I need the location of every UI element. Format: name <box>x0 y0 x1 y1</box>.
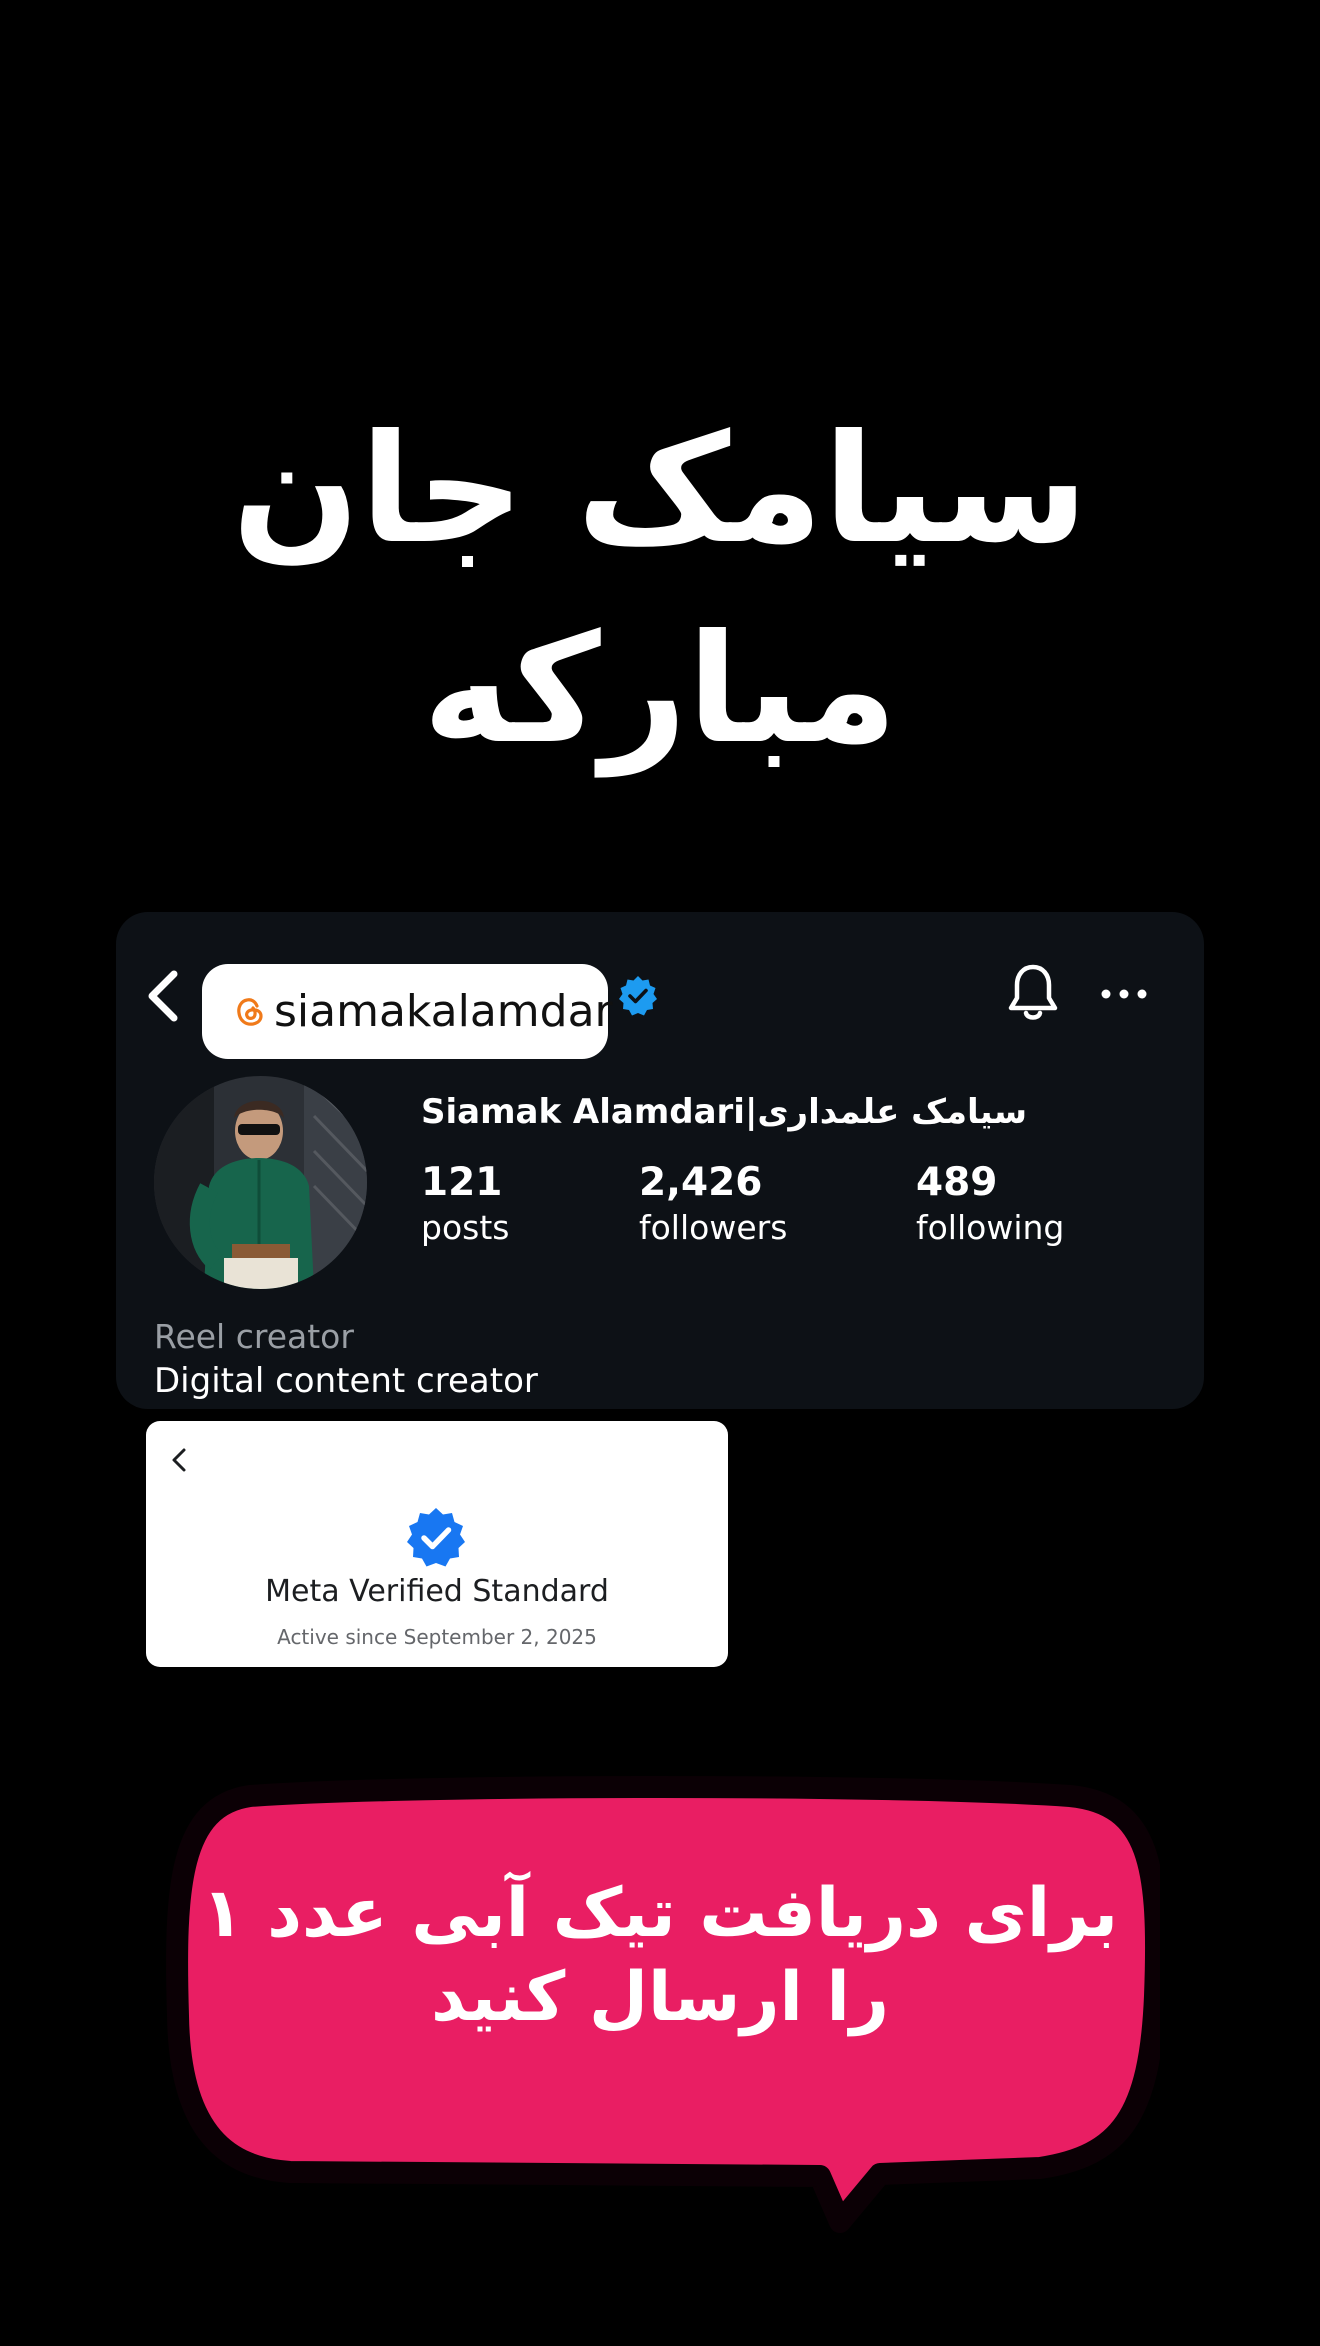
followers-count: 2,426 <box>639 1160 763 1205</box>
verified-badge-icon <box>619 976 657 1016</box>
bell-icon[interactable] <box>1006 962 1060 1024</box>
display-name: Siamak Alamdari|سیامک علمداری <box>421 1092 1028 1132</box>
meta-verified-subtitle: Active since September 2, 2025 <box>277 1625 597 1649</box>
more-options-icon[interactable] <box>1100 982 1148 1006</box>
following-count: 489 <box>916 1160 998 1205</box>
headline: سیامک جان مبارکه <box>231 403 1089 777</box>
profile-handle: siamakalamdar <box>274 985 613 1037</box>
meta-verified-title: Meta Verified Standard <box>265 1574 609 1609</box>
stat-posts[interactable]: 121 posts <box>421 1160 509 1250</box>
following-label: following <box>916 1208 1065 1247</box>
stat-following[interactable]: 489 following <box>916 1160 1064 1250</box>
posts-label: posts <box>421 1208 510 1247</box>
back-chevron-icon[interactable] <box>168 1446 190 1474</box>
handle-pill[interactable]: siamakalamdar <box>202 964 613 1059</box>
followers-label: followers <box>639 1208 788 1247</box>
threads-icon <box>237 997 263 1026</box>
posts-count: 121 <box>421 1160 503 1205</box>
stat-followers[interactable]: 2,426 followers <box>639 1160 787 1250</box>
cta-text: برای دریافت تیک آبی عدد ۱ را ارسال کنید <box>201 1874 1119 2037</box>
avatar[interactable] <box>154 1076 367 1289</box>
verified-badge-icon <box>407 1508 465 1567</box>
profile-bio: Digital content creator <box>154 1361 538 1401</box>
profile-category: Reel creator <box>154 1317 354 1356</box>
back-chevron-icon[interactable] <box>142 968 186 1024</box>
